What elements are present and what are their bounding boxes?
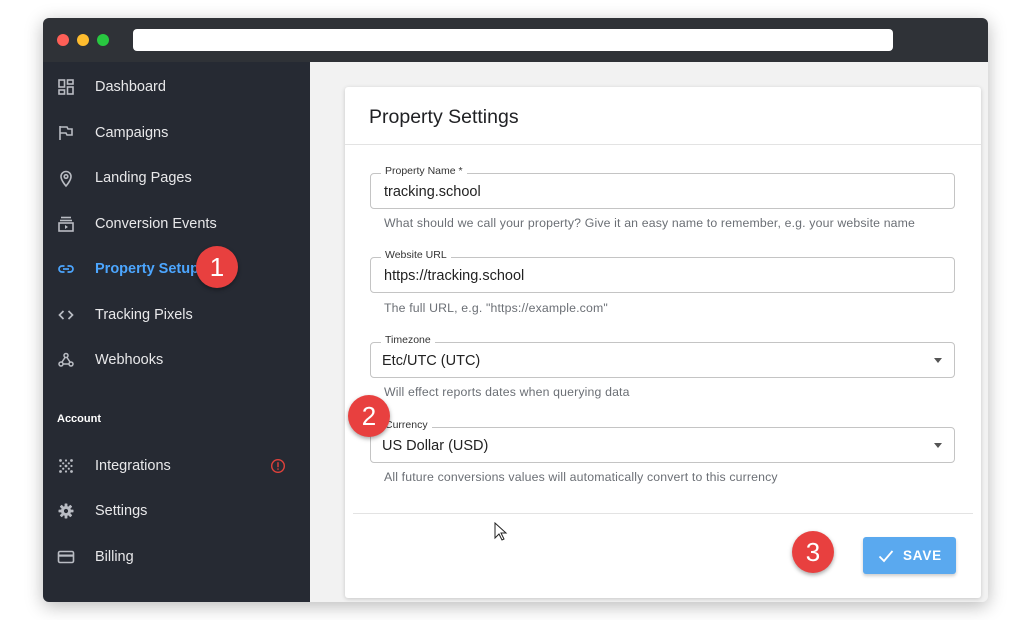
flag-icon bbox=[56, 123, 76, 143]
check-icon bbox=[878, 550, 894, 563]
sidebar-item-label: Webhooks bbox=[95, 352, 164, 368]
dropdown-arrow-icon bbox=[934, 443, 942, 448]
dropdown-arrow-icon bbox=[934, 358, 942, 363]
header-divider bbox=[345, 144, 981, 145]
step-badge-3: 3 bbox=[792, 531, 834, 573]
grid-dots-icon bbox=[56, 456, 76, 476]
sidebar-item-property-setup[interactable]: Property Setup bbox=[43, 249, 310, 289]
sidebar-item-tracking-pixels[interactable]: Tracking Pixels bbox=[43, 295, 310, 335]
currency-select[interactable]: Currency US Dollar (USD) bbox=[370, 419, 955, 463]
sidebar-item-label: Settings bbox=[95, 503, 148, 519]
video-library-icon bbox=[56, 214, 76, 234]
currency-helper: All future conversions values will autom… bbox=[384, 470, 778, 484]
sidebar: Dashboard Campaigns Landing Pages Conver… bbox=[43, 62, 310, 602]
page-title: Property Settings bbox=[369, 106, 519, 128]
sidebar-item-label: Property Setup bbox=[95, 261, 199, 277]
account-section-heading: Account bbox=[57, 413, 101, 425]
link-icon bbox=[56, 259, 76, 279]
sidebar-item-billing[interactable]: Billing bbox=[43, 537, 310, 577]
sidebar-item-label: Tracking Pixels bbox=[95, 307, 193, 323]
sidebar-item-label: Dashboard bbox=[95, 79, 166, 95]
browser-window: Dashboard Campaigns Landing Pages Conver… bbox=[43, 18, 988, 602]
sidebar-item-campaigns[interactable]: Campaigns bbox=[43, 113, 310, 153]
property-name-value: tracking.school bbox=[384, 184, 481, 200]
website-url-field[interactable]: Website URL https://tracking.school bbox=[370, 249, 955, 293]
property-name-label: Property Name * bbox=[381, 165, 467, 177]
alert-icon bbox=[270, 458, 286, 474]
save-button-label: SAVE bbox=[903, 548, 942, 563]
website-url-label: Website URL bbox=[381, 249, 451, 261]
sidebar-item-conversion-events[interactable]: Conversion Events bbox=[43, 204, 310, 244]
step-badge-1: 1 bbox=[196, 246, 238, 288]
mouse-cursor-icon bbox=[494, 522, 508, 541]
currency-value: US Dollar (USD) bbox=[382, 438, 489, 454]
main-content: Property Settings Property Name * tracki… bbox=[310, 62, 988, 602]
property-name-field[interactable]: Property Name * tracking.school bbox=[370, 165, 955, 209]
code-icon bbox=[56, 305, 76, 325]
credit-card-icon bbox=[56, 547, 76, 567]
sidebar-item-settings[interactable]: Settings bbox=[43, 491, 310, 531]
step-badge-2: 2 bbox=[348, 395, 390, 437]
sidebar-item-webhooks[interactable]: Webhooks bbox=[43, 340, 310, 380]
sidebar-item-label: Campaigns bbox=[95, 125, 169, 141]
timezone-value: Etc/UTC (UTC) bbox=[382, 353, 481, 369]
property-name-helper: What should we call your property? Give … bbox=[384, 216, 916, 230]
website-url-value: https://tracking.school bbox=[384, 268, 525, 284]
title-bar bbox=[43, 18, 988, 62]
sidebar-item-integrations[interactable]: Integrations bbox=[43, 446, 310, 486]
webhook-icon bbox=[56, 350, 76, 370]
sidebar-item-landing-pages[interactable]: Landing Pages bbox=[43, 158, 310, 198]
website-url-helper: The full URL, e.g. "https://example.com" bbox=[384, 301, 608, 315]
close-window-button[interactable] bbox=[57, 34, 69, 46]
address-bar[interactable] bbox=[133, 29, 893, 51]
dashboard-icon bbox=[56, 77, 76, 97]
save-button[interactable]: SAVE bbox=[863, 537, 956, 574]
minimize-window-button[interactable] bbox=[77, 34, 89, 46]
gear-icon bbox=[56, 501, 76, 521]
location-pin-icon bbox=[56, 168, 76, 188]
footer-divider bbox=[353, 513, 973, 514]
timezone-select[interactable]: Timezone Etc/UTC (UTC) bbox=[370, 334, 955, 378]
property-settings-card: Property Settings Property Name * tracki… bbox=[345, 87, 981, 598]
timezone-label: Timezone bbox=[381, 334, 435, 346]
timezone-helper: Will effect reports dates when querying … bbox=[384, 385, 630, 399]
sidebar-item-label: Landing Pages bbox=[95, 170, 192, 186]
sidebar-item-label: Billing bbox=[95, 549, 134, 565]
maximize-window-button[interactable] bbox=[97, 34, 109, 46]
sidebar-item-label: Integrations bbox=[95, 458, 171, 474]
sidebar-item-label: Conversion Events bbox=[95, 216, 217, 232]
sidebar-item-dashboard[interactable]: Dashboard bbox=[43, 67, 310, 107]
